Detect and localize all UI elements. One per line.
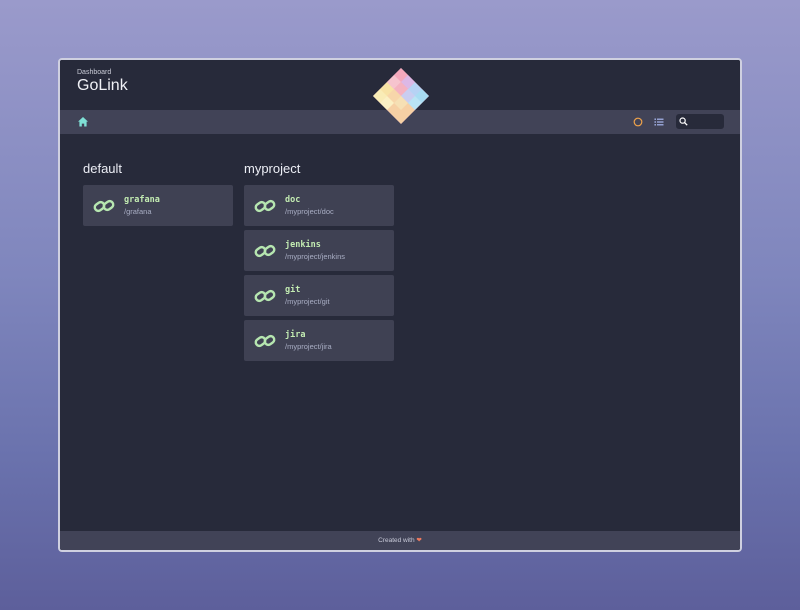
link-path: /grafana bbox=[124, 207, 152, 216]
link-path: /myproject/jira bbox=[285, 342, 332, 351]
link-name: grafana bbox=[124, 195, 160, 205]
search-icon bbox=[679, 117, 688, 126]
group-title-default: default bbox=[83, 161, 123, 176]
link-icon bbox=[93, 199, 115, 213]
link-card-jira[interactable]: jira /myproject/jira bbox=[244, 320, 394, 361]
brand-title: GoLink bbox=[77, 77, 128, 94]
footer-text: Created with bbox=[378, 537, 415, 544]
link-icon bbox=[254, 289, 276, 303]
search-input[interactable] bbox=[690, 114, 722, 129]
footer: Created with ❤ bbox=[60, 531, 740, 550]
link-card-grafana[interactable]: grafana /grafana bbox=[83, 185, 233, 226]
app-window: Dashboard GoLink default grafana /grafan… bbox=[58, 58, 742, 552]
heart-icon: ❤ bbox=[416, 537, 422, 544]
link-card-doc[interactable]: doc /myproject/doc bbox=[244, 185, 394, 226]
search-box bbox=[676, 114, 724, 129]
link-icon bbox=[254, 199, 276, 213]
brand[interactable]: Dashboard GoLink bbox=[77, 69, 128, 95]
link-name: jira bbox=[285, 330, 306, 340]
link-name: jenkins bbox=[285, 240, 321, 250]
link-name: git bbox=[285, 285, 301, 295]
theme-toggle-icon[interactable] bbox=[633, 117, 643, 127]
home-icon[interactable] bbox=[77, 116, 89, 128]
link-card-jenkins[interactable]: jenkins /myproject/jenkins bbox=[244, 230, 394, 271]
link-path: /myproject/jenkins bbox=[285, 252, 346, 261]
golink-logo bbox=[373, 68, 429, 124]
link-path: /myproject/doc bbox=[285, 207, 334, 216]
link-path: /myproject/git bbox=[285, 297, 330, 306]
link-icon bbox=[254, 334, 276, 348]
brand-subtitle: Dashboard bbox=[77, 69, 112, 76]
link-card-git[interactable]: git /myproject/git bbox=[244, 275, 394, 316]
list-view-icon[interactable] bbox=[654, 117, 664, 127]
group-title-myproject: myproject bbox=[244, 161, 301, 176]
link-name: doc bbox=[285, 195, 301, 205]
link-icon bbox=[254, 244, 276, 258]
